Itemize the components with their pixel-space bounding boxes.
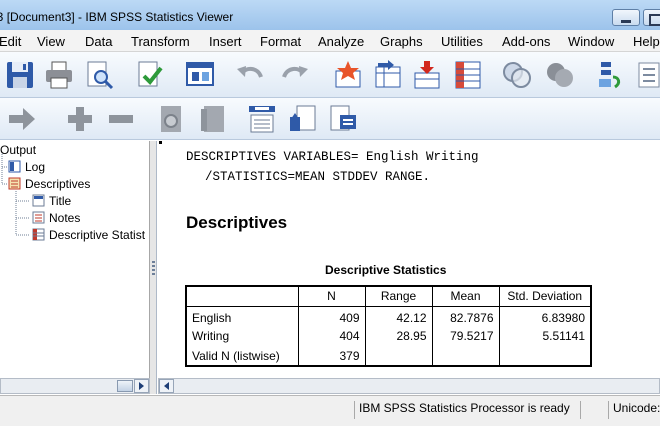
column-header: Mean — [431, 285, 500, 307]
status-bar: IBM SPSS Statistics Processor is ready U… — [0, 395, 660, 426]
outline-toolbar — [0, 98, 660, 140]
scroll-left-arrow[interactable] — [159, 379, 174, 393]
cell-sd: 5.51141 — [499, 326, 592, 346]
hide-icon[interactable] — [197, 103, 229, 135]
menu-data[interactable]: Data — [85, 34, 112, 49]
outline-label-title: Title — [49, 194, 72, 208]
splitter-grip — [152, 261, 155, 275]
notes-icon — [32, 211, 45, 224]
cell-n: 409 — [298, 306, 366, 326]
menu-format[interactable]: Format — [260, 34, 301, 49]
outline-label-descriptives: Descriptives — [25, 177, 91, 191]
outline-label-descriptive-statistics: Descriptive Statist — [49, 228, 146, 242]
show-all-variables-icon[interactable] — [501, 59, 533, 91]
log-icon — [8, 160, 21, 173]
menu-insert[interactable]: Insert — [209, 34, 242, 49]
row-label: English — [185, 306, 299, 326]
menu-window[interactable]: Window — [568, 34, 614, 49]
goto-variable-icon[interactable] — [411, 59, 443, 91]
cell-range — [365, 346, 433, 367]
insert-text-icon[interactable] — [327, 103, 359, 135]
column-header: N — [297, 285, 366, 307]
goto-data-icon[interactable] — [332, 59, 364, 91]
value-labels-icon[interactable] — [595, 59, 627, 91]
save-icon[interactable] — [4, 59, 36, 91]
table-row: Writing 404 28.95 79.5217 5.51141 — [185, 326, 592, 346]
use-variable-sets-icon[interactable] — [635, 59, 660, 91]
cell-range: 42.12 — [365, 306, 433, 326]
syntax-line-2[interactable]: /STATISTICS=MEAN STDDEV RANGE. — [190, 170, 430, 184]
outline-label-notes: Notes — [49, 211, 81, 225]
outline-horizontal-scrollbar[interactable] — [0, 378, 150, 394]
table-row: Valid N (listwise) 379 — [185, 346, 592, 367]
unicode-status: Unicode: — [608, 401, 660, 419]
undo-icon[interactable] — [234, 59, 266, 91]
cell-n: 379 — [298, 346, 366, 367]
variables-icon[interactable] — [452, 59, 484, 91]
recall-dialog-icon[interactable] — [184, 59, 216, 91]
maximize-button[interactable] — [643, 9, 660, 26]
menu-transform[interactable]: Transform — [131, 34, 190, 49]
table-icon — [32, 228, 45, 241]
menu-bar: Edit View Data Transform Insert Format A… — [0, 30, 660, 52]
standard-toolbar — [0, 52, 660, 98]
outline-label-log: Log — [25, 160, 46, 174]
promote-icon[interactable] — [6, 103, 38, 135]
cell-mean: 79.5217 — [432, 326, 500, 346]
menu-help[interactable]: Help — [633, 34, 660, 49]
table-row: English 409 42.12 82.7876 6.83980 — [185, 306, 592, 326]
syntax-line-1[interactable]: DESCRIPTIVES VARIABLES= English Writing — [186, 150, 479, 164]
outline-scroll-thumb[interactable] — [117, 380, 133, 392]
title-bar: out3 [Document3] - IBM SPSS Statistics V… — [0, 0, 660, 30]
cell-sd — [499, 346, 592, 367]
row-label: Valid N (listwise) — [185, 346, 299, 367]
processor-status: IBM SPSS Statistics Processor is ready — [354, 401, 570, 419]
column-header: Std. Deviation — [498, 285, 592, 307]
content-horizontal-scrollbar[interactable] — [158, 378, 660, 394]
column-header: Range — [364, 285, 433, 307]
outline-root-output[interactable]: Output — [0, 143, 36, 157]
export-icon[interactable] — [134, 59, 166, 91]
menu-utilities[interactable]: Utilities — [441, 34, 483, 49]
cell-sd: 6.83980 — [499, 306, 592, 326]
print-preview-icon[interactable] — [83, 59, 115, 91]
menu-edit[interactable]: Edit — [0, 34, 21, 49]
collapse-icon[interactable] — [105, 103, 137, 135]
status-empty-cell — [580, 401, 606, 419]
cell-range: 28.95 — [365, 326, 433, 346]
select-cases-icon[interactable] — [544, 59, 576, 91]
redo-icon[interactable] — [279, 59, 311, 91]
goto-case-icon[interactable] — [372, 59, 404, 91]
print-icon[interactable] — [43, 59, 75, 91]
insert-title-icon[interactable] — [287, 103, 319, 135]
table-corner-cell — [185, 285, 299, 307]
chevron-right-icon — [139, 382, 144, 390]
menu-view[interactable]: View — [37, 34, 65, 49]
show-icon[interactable] — [156, 103, 188, 135]
row-label: Writing — [185, 326, 299, 346]
window-title: out3 [Document3] - IBM SPSS Statistics V… — [0, 10, 234, 24]
title-icon — [32, 194, 45, 207]
cell-n: 404 — [298, 326, 366, 346]
table-title: Descriptive Statistics — [325, 263, 447, 277]
chevron-left-icon — [164, 382, 169, 390]
menu-analyze[interactable]: Analyze — [318, 34, 364, 49]
pane-splitter[interactable] — [150, 141, 157, 394]
cell-mean — [432, 346, 500, 367]
expand-icon[interactable] — [64, 103, 96, 135]
insert-heading-icon[interactable] — [246, 103, 278, 135]
output-heading[interactable]: Descriptives — [186, 213, 287, 233]
descriptive-statistics-table[interactable]: N Range Mean Std. Deviation English 409 … — [185, 285, 592, 367]
outline-pane[interactable]: Output Log Descriptives Title Notes Desc… — [0, 141, 150, 379]
selection-marker — [159, 141, 162, 144]
menu-add-ons[interactable]: Add-ons — [502, 34, 550, 49]
procedure-icon — [8, 177, 21, 190]
cell-mean: 82.7876 — [432, 306, 500, 326]
minimize-button[interactable] — [612, 9, 640, 26]
scroll-right-arrow[interactable] — [134, 379, 149, 393]
menu-graphs[interactable]: Graphs — [380, 34, 423, 49]
